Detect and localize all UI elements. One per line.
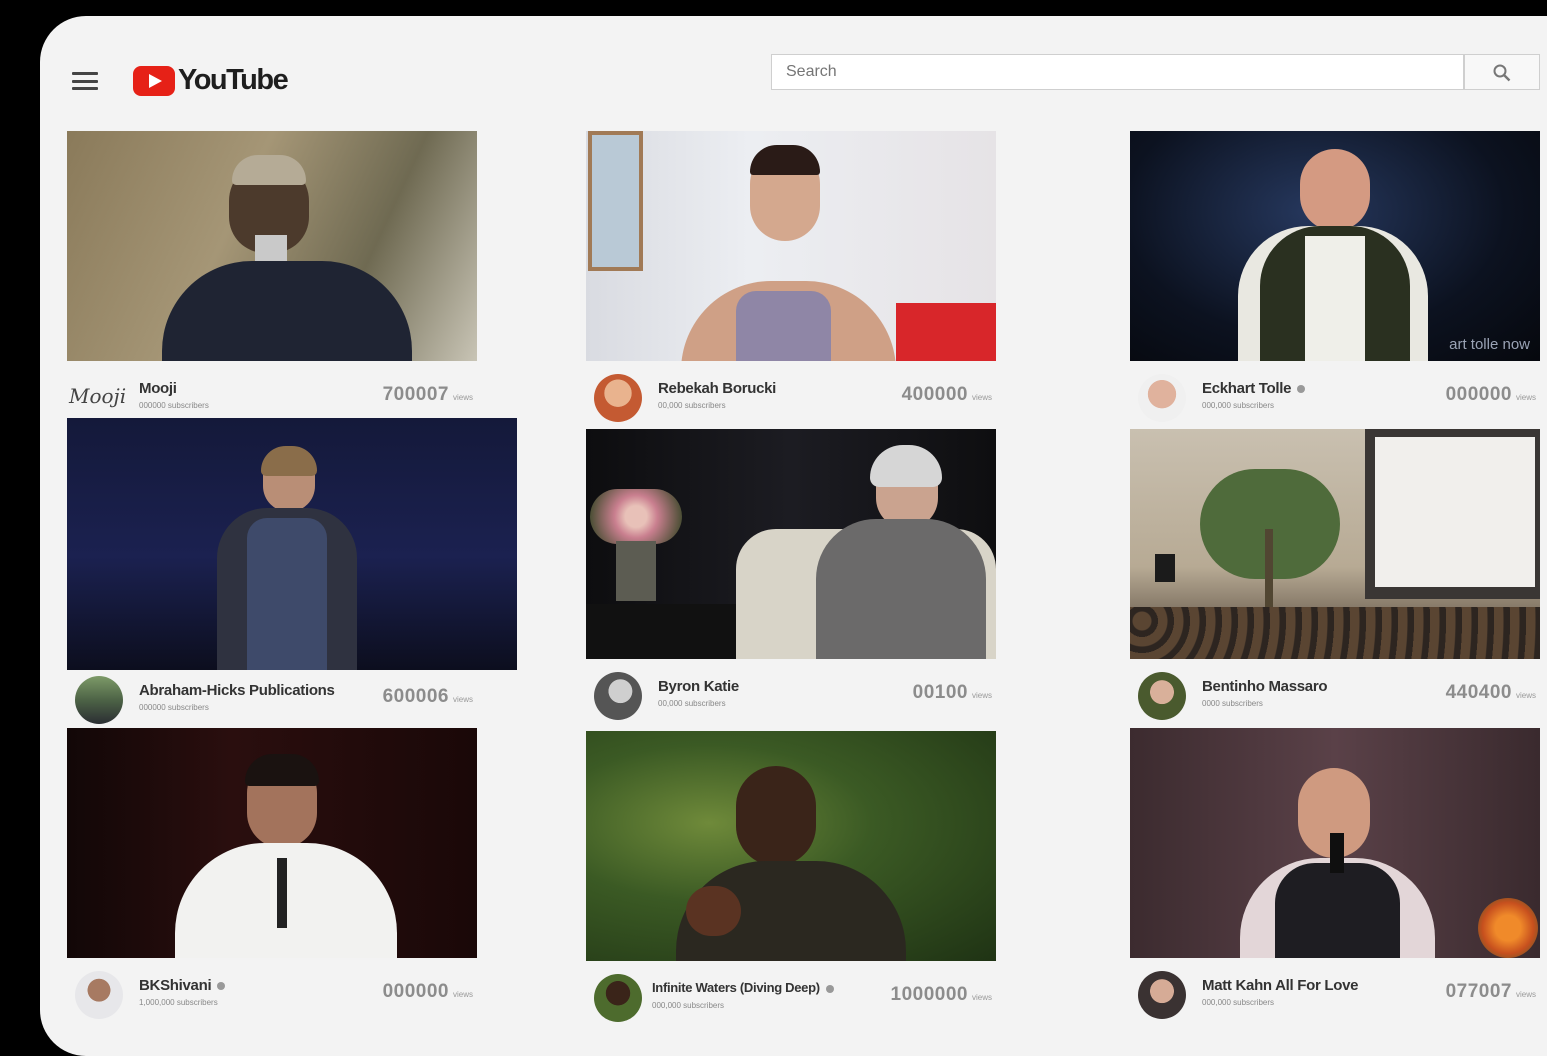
view-count: 400000 views	[901, 384, 992, 405]
video-card[interactable]: Mooji Mooji 000000 subscribers 700007 vie…	[67, 131, 477, 421]
video-thumbnail[interactable]	[67, 728, 477, 958]
subscriber-count: 00,000 subscribers	[658, 699, 726, 708]
channel-avatar[interactable]	[75, 676, 123, 724]
video-thumbnail[interactable]	[67, 418, 517, 670]
video-thumbnail[interactable]	[586, 429, 996, 659]
channel-meta: Bentinho Massaro 0000 subscribers 440400…	[1130, 672, 1540, 720]
view-count: 700007 views	[382, 384, 473, 405]
view-count: 077007 views	[1445, 981, 1536, 1002]
channel-name[interactable]: Abraham-Hicks Publications	[139, 682, 335, 699]
channel-meta: Abraham-Hicks Publications 000000 subscr…	[67, 676, 477, 724]
channel-name[interactable]: Matt Kahn All For Love	[1202, 977, 1358, 994]
search-input[interactable]	[771, 54, 1464, 90]
view-count: 000000 views	[382, 981, 473, 1002]
channel-meta: Byron Katie 00,000 subscribers 00100 view…	[586, 672, 996, 720]
verified-badge-icon	[825, 984, 834, 993]
video-thumbnail[interactable]	[586, 731, 996, 961]
channel-avatar[interactable]	[594, 974, 642, 1022]
channel-meta: Eckhart Tolle 000,000 subscribers 000000…	[1130, 374, 1540, 422]
youtube-play-icon	[133, 65, 175, 96]
channel-avatar[interactable]	[1138, 971, 1186, 1019]
view-count: 00100 views	[912, 682, 992, 703]
channel-name[interactable]: Bentinho Massaro	[1202, 678, 1328, 695]
view-count: 000000 views	[1445, 384, 1536, 405]
channel-name[interactable]: Infinite Waters (Diving Deep)	[652, 980, 834, 995]
channel-name[interactable]: Mooji	[139, 380, 177, 397]
video-thumbnail[interactable]	[586, 131, 996, 361]
video-card[interactable]: Matt Kahn All For Love 000,000 subscribe…	[1130, 728, 1540, 1028]
subscriber-count: 000,000 subscribers	[1202, 998, 1275, 1007]
channel-name[interactable]: Byron Katie	[658, 678, 739, 695]
video-thumbnail[interactable]	[1130, 429, 1540, 659]
channel-meta: Mooji Mooji 000000 subscribers 700007 vie…	[67, 374, 477, 422]
video-thumbnail[interactable]: art tolle now	[1130, 131, 1540, 361]
channel-name[interactable]: BKShivani	[139, 977, 226, 994]
channel-logo[interactable]: Mooji	[69, 384, 126, 408]
video-card[interactable]: Rebekah Borucki 00,000 subscribers 40000…	[586, 131, 996, 426]
verified-badge-icon	[217, 982, 226, 991]
channel-avatar[interactable]	[594, 374, 642, 422]
subscriber-count: 0000 subscribers	[1202, 699, 1263, 708]
view-count: 440400 views	[1445, 682, 1536, 703]
video-card[interactable]: Bentinho Massaro 0000 subscribers 440400…	[1130, 429, 1540, 729]
video-thumbnail[interactable]	[67, 131, 477, 361]
channel-avatar[interactable]	[1138, 672, 1186, 720]
view-count: 1000000 views	[890, 984, 992, 1005]
video-card[interactable]: art tolle now Eckhart Tolle 000,000 subs…	[1130, 131, 1540, 426]
hamburger-menu-icon[interactable]	[72, 72, 98, 90]
subscriber-count: 000000 subscribers	[139, 703, 209, 712]
view-count: 600006 views	[382, 686, 473, 707]
channel-meta: Rebekah Borucki 00,000 subscribers 40000…	[586, 374, 996, 422]
video-card[interactable]: Byron Katie 00,000 subscribers 00100 view…	[586, 429, 996, 729]
video-card[interactable]: BKShivani 1,000,000 subscribers 000000 vi…	[67, 728, 477, 1028]
channel-avatar[interactable]	[75, 971, 123, 1019]
video-card[interactable]: Abraham-Hicks Publications 000000 subscr…	[67, 418, 517, 724]
search-button[interactable]	[1464, 54, 1540, 90]
youtube-logo[interactable]: YouTube	[133, 64, 289, 97]
subscriber-count: 000000 subscribers	[139, 401, 209, 410]
subscriber-count: 000,000 subscribers	[1202, 401, 1275, 410]
subscriber-count: 1,000,000 subscribers	[139, 998, 218, 1007]
channel-avatar[interactable]	[594, 672, 642, 720]
channel-meta: BKShivani 1,000,000 subscribers 000000 vi…	[67, 971, 477, 1019]
verified-badge-icon	[1297, 385, 1306, 394]
channel-meta: Infinite Waters (Diving Deep) 000,000 su…	[586, 974, 996, 1022]
thumbnail-caption: art tolle now	[1449, 336, 1530, 353]
subscriber-count: 00,000 subscribers	[658, 401, 726, 410]
video-card[interactable]: Infinite Waters (Diving Deep) 000,000 su…	[586, 731, 996, 1031]
channel-name[interactable]: Eckhart Tolle	[1202, 380, 1306, 397]
magnifier-search-icon	[1493, 64, 1511, 82]
channel-meta: Matt Kahn All For Love 000,000 subscribe…	[1130, 971, 1540, 1019]
channel-name[interactable]: Rebekah Borucki	[658, 380, 776, 397]
youtube-window: YouTube Mooji Mooji 000000 subscribers 7…	[40, 16, 1547, 1056]
logo-text: YouTube	[178, 64, 289, 96]
video-thumbnail[interactable]	[1130, 728, 1540, 958]
subscriber-count: 000,000 subscribers	[652, 1001, 725, 1010]
channel-avatar[interactable]	[1138, 374, 1186, 422]
